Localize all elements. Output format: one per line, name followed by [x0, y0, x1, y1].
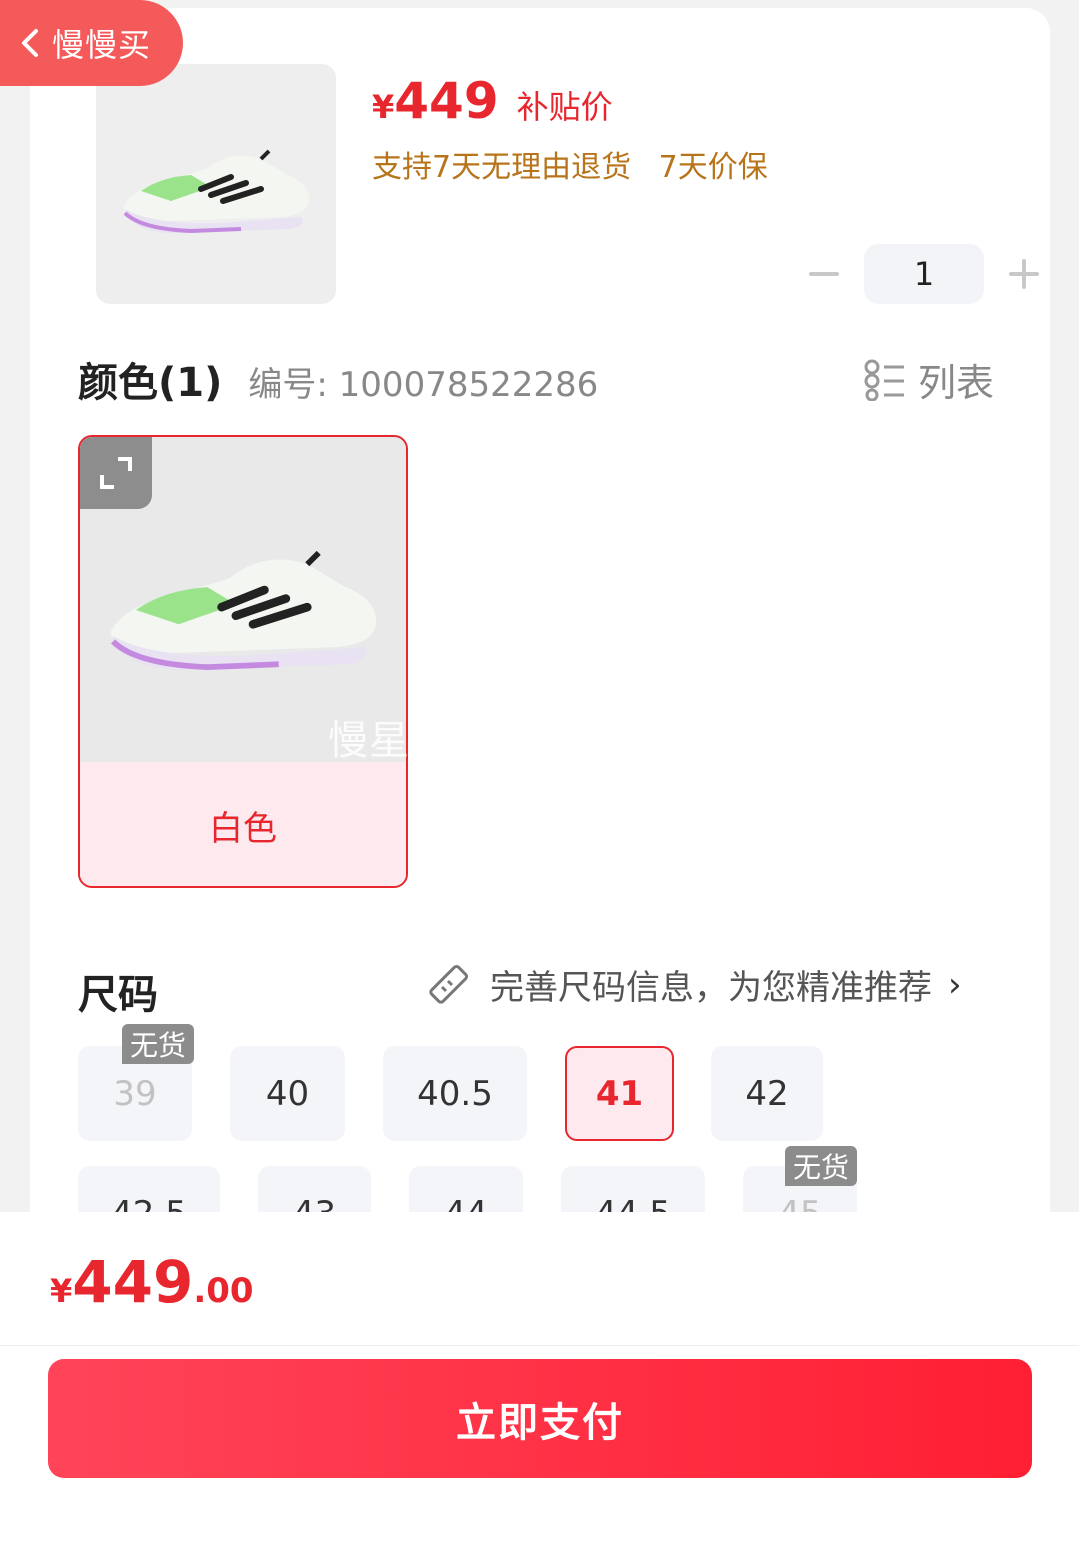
- price-value: 449: [394, 72, 499, 130]
- price-tag: 补贴价: [516, 88, 613, 126]
- size-option-label: 39: [113, 1073, 157, 1114]
- list-icon: [864, 359, 904, 401]
- size-option-label: 41: [595, 1073, 644, 1114]
- checkout-bar: ¥ 449 .00 立即支付: [0, 1212, 1079, 1562]
- total-integer: 449: [72, 1248, 194, 1316]
- quantity-stepper: 1: [804, 244, 1044, 304]
- total-price: ¥ 449 .00: [50, 1248, 254, 1316]
- size-option-label: 42: [745, 1073, 789, 1114]
- size-option-label: 40: [265, 1073, 310, 1114]
- size-option-41[interactable]: 41: [565, 1046, 674, 1141]
- currency-symbol: ¥: [50, 1272, 73, 1310]
- list-label: 列表: [918, 361, 995, 405]
- total-decimal: .00: [193, 1271, 254, 1311]
- watermark: 慢星人7281149M2: [328, 718, 699, 764]
- chevron-right-icon: ›: [948, 964, 962, 1005]
- product-thumbnail[interactable]: [96, 64, 336, 304]
- product-code: 编号: 100078522286: [248, 365, 599, 405]
- color-header: 颜色(1) 编号: 100078522286: [78, 350, 598, 408]
- decrease-button[interactable]: [804, 254, 844, 294]
- expand-icon[interactable]: [80, 437, 152, 509]
- color-option-white[interactable]: 白色: [78, 435, 408, 888]
- increase-button[interactable]: [1004, 254, 1044, 294]
- size-option-40-5[interactable]: 40.5: [383, 1046, 527, 1141]
- price-line: ¥ 449 补贴价: [372, 72, 613, 130]
- currency-symbol: ¥: [372, 88, 395, 126]
- shoe-image: [123, 149, 310, 234]
- back-label: 慢慢买: [52, 26, 152, 64]
- ruler-icon: [429, 964, 469, 1004]
- size-option-42[interactable]: 42: [711, 1046, 823, 1141]
- list-view-toggle[interactable]: 列表: [864, 352, 994, 407]
- shoe-image: [110, 550, 377, 670]
- quantity-value[interactable]: 1: [864, 244, 984, 304]
- guarantee-price-protect: 7天价保: [658, 150, 768, 185]
- size-option-40[interactable]: 40: [230, 1046, 345, 1141]
- chevron-left-icon: [22, 29, 38, 57]
- size-option-label: 40.5: [417, 1073, 493, 1114]
- guarantee-return: 支持7天无理由退货: [372, 150, 632, 185]
- out-of-stock-badge: 无货: [122, 1024, 195, 1064]
- pay-now-button[interactable]: 立即支付: [48, 1359, 1032, 1478]
- size-recommend-link[interactable]: 完善尺码信息，为您精准推荐 ›: [424, 960, 962, 1009]
- color-option-label: 白色: [80, 762, 406, 886]
- color-title: 颜色(1): [78, 360, 223, 406]
- back-button[interactable]: 慢慢买: [0, 0, 183, 86]
- service-guarantees: 支持7天无理由退货 7天价保: [372, 142, 768, 186]
- size-title: 尺码: [78, 972, 158, 1018]
- out-of-stock-badge: 无货: [785, 1146, 858, 1186]
- divider: [0, 1345, 1079, 1346]
- sku-panel: ¥ 449 补贴价 支持7天无理由退货 7天价保 1 颜色(1) 编号: 100…: [30, 8, 1050, 1268]
- size-hint-text: 完善尺码信息，为您精准推荐: [490, 968, 932, 1008]
